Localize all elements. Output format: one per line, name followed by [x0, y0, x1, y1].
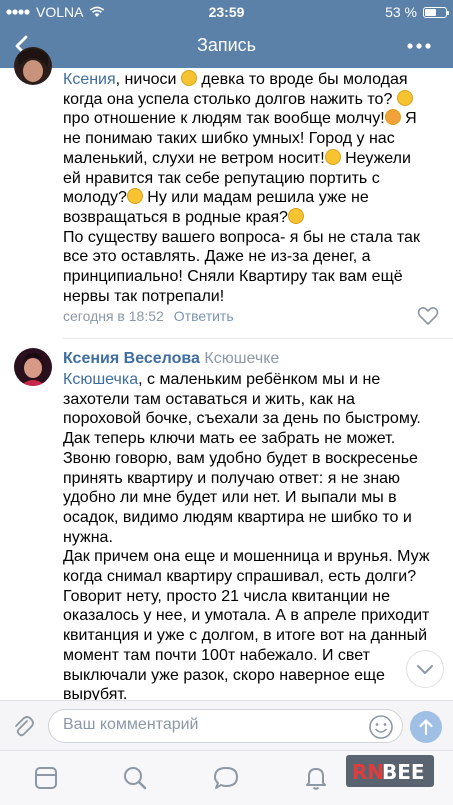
comment-time: сегодня в 18:52	[63, 308, 164, 324]
comment-meta: сегодня в 18:52 Ответить	[63, 308, 234, 324]
comment-line: Звоню говорю, вам удобно будет в воскрес…	[63, 449, 418, 467]
comment-input-box	[48, 709, 403, 743]
comment-line: все это оставлять. Даже не из-за денег, …	[63, 248, 371, 266]
attach-button[interactable]	[10, 713, 36, 739]
scream-emoji-icon	[180, 70, 197, 86]
status-bar: VOLNA 23:59 53 %	[0, 0, 453, 24]
grimace-emoji-icon	[287, 207, 304, 224]
comment-line: когда она успела столько долгов нажить т…	[63, 89, 443, 110]
notifications-icon	[306, 768, 326, 790]
avatar-photo-icon	[18, 49, 48, 82]
angry-emoji-icon	[384, 109, 401, 126]
emoji-button[interactable]	[368, 714, 394, 740]
flushed-emoji-icon	[396, 89, 413, 106]
comment-line: возвращаться в родные края?	[63, 207, 443, 228]
send-button[interactable]	[410, 711, 442, 743]
thinking-emoji-icon	[126, 188, 143, 205]
battery-percent: 53 %	[385, 4, 417, 20]
watermark-part1: RN	[352, 760, 385, 784]
like-button[interactable]	[417, 306, 439, 326]
smiley-icon	[369, 715, 393, 739]
comment-line: не понимаю таких шибко умных! Город у на…	[63, 130, 395, 148]
avatar[interactable]	[14, 47, 52, 85]
comment-author: Ксения Веселова Ксюшечке	[63, 350, 279, 368]
comment-line: нужна.	[63, 528, 113, 546]
more-dots-icon	[407, 43, 431, 49]
comment-text: Ксения, ничоси девка то вроде бы молодая…	[63, 70, 443, 306]
paperclip-icon	[15, 716, 34, 737]
reply-to-name[interactable]: Ксюшечке	[204, 350, 279, 367]
watermark-part2: BEE	[382, 760, 425, 784]
comment-line: выключали уже разок, скоро наверное еще	[63, 666, 385, 684]
comment-line: захотели там оставаться и жить, как на	[63, 390, 355, 408]
comment-line: Ксения, ничоси девка то вроде бы молодая	[63, 70, 408, 88]
arrow-up-icon	[419, 719, 433, 736]
mention-link[interactable]: Ксюшечка	[63, 371, 138, 388]
search-icon	[124, 767, 147, 790]
comment-line: удобно ли мне будет или нет. И выпали мы…	[63, 489, 397, 507]
mention-link[interactable]: Ксения	[63, 71, 116, 88]
comment-line: когда снимал квартиру спрашивал, есть до…	[63, 568, 417, 586]
comment-line: осадок, видимо людям квартира не шибко т…	[63, 508, 412, 526]
battery-level	[425, 8, 436, 16]
chevron-down-icon	[417, 665, 433, 674]
battery-icon	[423, 6, 449, 18]
comment-text: Ксюшечка, с маленьким ребёнком мы и не з…	[63, 370, 445, 705]
more-button[interactable]	[405, 34, 433, 58]
tab-news[interactable]	[32, 764, 60, 792]
watermark-logo: RN BEE	[346, 755, 434, 787]
tab-messages[interactable]	[212, 764, 240, 792]
comment-divider	[63, 338, 453, 339]
avatar-photo-icon	[20, 352, 46, 386]
comment-line: принять квартиру и получаю ответ: я не з…	[63, 469, 401, 487]
status-right: 53 %	[385, 4, 449, 20]
comment-line: По существу вашего вопроса- я бы не стал…	[63, 228, 420, 246]
comment-line: Ксюшечка, с маленьким ребёнком мы и не	[63, 371, 381, 388]
comment-line: маленький, слухи не ветром носит! Неужел…	[63, 148, 411, 167]
comment-composer	[0, 700, 453, 750]
smirk-emoji-icon	[324, 148, 341, 165]
comment-line: Говорит нету, просто 21 числа квитанции …	[63, 587, 391, 605]
comment-line: молоду? Ну или мадам решила уже не	[63, 188, 369, 207]
comment-line: ей нравится так себе репутацию портить с	[63, 169, 380, 187]
comment-line: квитанция и уже с долгом, в итоге вот на…	[63, 627, 427, 645]
comment-line: принципиально! Сняли Квартиру так вам ещ…	[63, 268, 403, 286]
scroll-down-button[interactable]	[406, 650, 444, 688]
comment-input[interactable]	[63, 716, 353, 734]
nav-bar: Запись	[0, 24, 453, 68]
tab-notifications[interactable]	[302, 764, 330, 792]
tab-search[interactable]	[121, 764, 149, 792]
comment-line: момент там почти 100т набежало. И свет	[63, 646, 370, 664]
comment-line: Дак причем она еще и мошенница и врунья.…	[63, 548, 430, 566]
comment-line: оказалось у нее, и умотала. А в апреле п…	[63, 607, 430, 625]
reply-button[interactable]: Ответить	[174, 308, 234, 324]
news-icon	[35, 767, 57, 789]
comment-line: пороховой бочке, съехали за день по быст…	[63, 410, 421, 428]
page-title: Запись	[196, 35, 257, 55]
app-header: VOLNA 23:59 53 % Запись	[0, 0, 453, 68]
comment-line: про отношение к людям так вообще молчу! …	[63, 109, 417, 128]
messages-icon	[214, 767, 238, 789]
avatar[interactable]	[14, 348, 52, 386]
comment-line: Дак теперь ключи мать ее забрать не може…	[63, 430, 396, 448]
author-name[interactable]: Ксения Веселова	[63, 350, 200, 367]
comment-line: нервы так потрепали!	[63, 287, 225, 305]
heart-icon	[417, 307, 439, 325]
